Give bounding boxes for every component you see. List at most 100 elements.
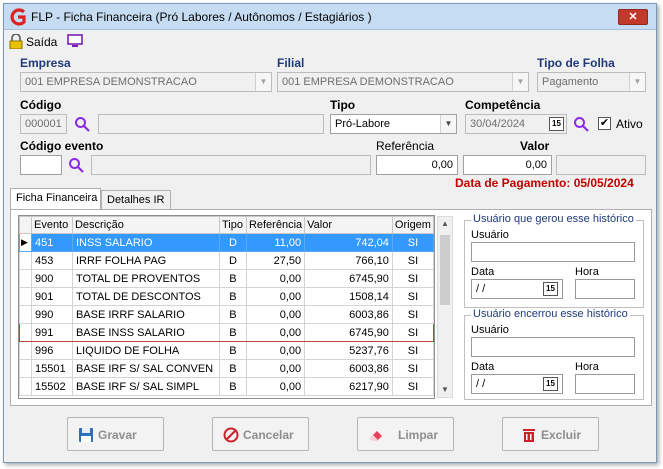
cell-referencia: 0,00 — [245, 323, 306, 342]
save-button[interactable]: Gravar — [67, 417, 164, 451]
cell-origem: SI — [391, 251, 434, 270]
hora-closed-input[interactable] — [575, 374, 635, 394]
calendar-icon[interactable]: 15 — [543, 282, 558, 296]
codigo-evento-input[interactable] — [20, 155, 62, 175]
cell-valor: 6745,90 — [304, 269, 393, 288]
table-row[interactable]: 900 TOTAL DE PROVENTOS B 0,00 6745,90 SI — [19, 269, 434, 288]
floppy-disk-icon — [79, 428, 93, 442]
exit-label[interactable]: Saída — [26, 35, 57, 49]
col-tipo[interactable]: Tipo — [218, 216, 247, 234]
filial-select[interactable]: 001 EMPRESA DEMONSTRACAO ▼ — [277, 72, 529, 92]
tipo-select[interactable]: Pró-Labore ▼ — [330, 114, 457, 134]
save-label: Gravar — [98, 428, 137, 442]
tab-detalhes-ir[interactable]: Detalhes IR — [101, 190, 171, 210]
close-button[interactable]: ✕ — [618, 9, 648, 25]
table-row[interactable]: ▶ 451 INSS SALARIO D 11,00 742,04 SI — [19, 233, 434, 252]
cell-evento: 996 — [30, 341, 73, 360]
cell-referencia: 0,00 — [245, 305, 306, 324]
table-row[interactable]: 15501 BASE IRF S/ SAL CONVEN B 0,00 6003… — [19, 359, 434, 378]
tipo-value: Pró-Labore — [335, 118, 391, 130]
codigo-name-field — [98, 114, 324, 134]
table-row[interactable]: 453 IRRF FOLHA PAG D 27,50 766,10 SI — [19, 251, 434, 270]
events-grid[interactable]: Evento Descrição Tipo Referência Valor O… — [18, 215, 435, 399]
referencia-input[interactable]: 0,00 — [376, 155, 458, 175]
col-referencia[interactable]: Referência — [245, 216, 306, 234]
cell-descricao: BASE IRF S/ SAL CONVEN — [71, 359, 220, 378]
cell-referencia: 0,00 — [245, 287, 306, 306]
cell-origem: SI — [391, 233, 434, 252]
table-row[interactable]: 991 BASE INSS SALARIO B 0,00 6745,90 SI — [19, 323, 434, 342]
calendar-icon[interactable]: 15 — [543, 377, 558, 391]
row-indicator — [19, 323, 32, 342]
hora-created-input[interactable] — [575, 279, 635, 299]
cell-tipo: B — [218, 269, 247, 288]
monitor-icon[interactable] — [67, 34, 83, 48]
cell-valor: 1508,14 — [304, 287, 393, 306]
usuario-created-input[interactable] — [471, 242, 635, 262]
usuario-closed-input[interactable] — [471, 337, 635, 357]
window-title: FLP - Ficha Financeira (Pró Labores / Au… — [31, 10, 372, 24]
delete-label: Excluir — [541, 428, 582, 442]
competencia-value: 30/04/2024 — [470, 118, 526, 130]
ativo-checkbox[interactable]: ✔ — [598, 117, 611, 130]
delete-button[interactable]: Excluir — [502, 417, 599, 451]
codigo-input[interactable]: 000001 — [20, 114, 67, 134]
cell-evento: 451 — [30, 233, 73, 252]
clear-button[interactable]: Limpar — [357, 417, 454, 451]
data-label: Data — [471, 266, 495, 278]
cell-origem: SI — [391, 323, 434, 342]
cell-evento: 900 — [30, 269, 73, 288]
cell-descricao: BASE IRRF SALARIO — [71, 305, 220, 324]
scroll-down-icon[interactable]: ▼ — [438, 383, 452, 397]
cancel-button[interactable]: Cancelar — [212, 417, 309, 451]
cell-tipo: B — [218, 359, 247, 378]
lock-exit-icon[interactable] — [9, 34, 23, 49]
row-indicator-icon: ▶ — [19, 233, 32, 252]
codigo-label: Código — [20, 98, 62, 112]
data-closed-value: / / — [476, 378, 486, 390]
scroll-thumb[interactable] — [440, 235, 450, 305]
table-row[interactable]: 996 LIQUIDO DE FOLHA B 0,00 5237,76 SI — [19, 341, 434, 360]
row-indicator — [19, 287, 32, 306]
data-label: Data — [471, 361, 495, 373]
chevron-down-icon[interactable]: ▼ — [512, 73, 528, 91]
empresa-select[interactable]: 001 EMPRESA DEMONSTRACAO ▼ — [20, 72, 272, 92]
main-window: FLP - Ficha Financeira (Pró Labores / Au… — [3, 3, 657, 463]
valor-input[interactable]: 0,00 — [463, 155, 552, 175]
scroll-up-icon[interactable]: ▲ — [438, 217, 452, 231]
row-indicator — [19, 377, 32, 396]
col-evento[interactable]: Evento — [30, 216, 73, 234]
data-created-value: / / — [476, 283, 486, 295]
grid-scrollbar[interactable]: ▲ ▼ — [437, 216, 453, 398]
history-closed-group: Usuário encerrou esse histórico Usuário … — [464, 308, 644, 400]
hora-label: Hora — [575, 361, 599, 373]
search-icon[interactable] — [74, 116, 90, 132]
filial-value: 001 EMPRESA DEMONSTRACAO — [282, 76, 454, 88]
data-pagamento-text: Data de Pagamento: 05/05/2024 — [455, 176, 634, 190]
ativo-label: Ativo — [616, 117, 643, 131]
cell-referencia: 11,00 — [245, 233, 306, 252]
row-indicator — [19, 305, 32, 324]
col-descricao[interactable]: Descrição — [71, 216, 220, 234]
cell-descricao: LIQUIDO DE FOLHA — [71, 341, 220, 360]
tab-ficha-financeira[interactable]: Ficha Financeira — [10, 188, 101, 210]
table-row[interactable]: 901 TOTAL DE DESCONTOS B 0,00 1508,14 SI — [19, 287, 434, 306]
cell-descricao: INSS SALARIO — [71, 233, 220, 252]
chevron-down-icon[interactable]: ▼ — [255, 73, 271, 91]
col-origem[interactable]: Origem — [391, 216, 434, 234]
tipo-folha-select[interactable]: Pagamento ▼ — [537, 72, 646, 92]
cell-referencia: 0,00 — [245, 377, 306, 396]
chevron-down-icon[interactable]: ▼ — [629, 73, 645, 91]
col-valor[interactable]: Valor — [304, 216, 393, 234]
table-row[interactable]: 15502 BASE IRF S/ SAL SIMPL B 0,00 6217,… — [19, 377, 434, 396]
cell-origem: SI — [391, 377, 434, 396]
search-icon[interactable] — [573, 116, 589, 132]
chevron-down-icon[interactable]: ▼ — [440, 115, 456, 133]
table-row[interactable]: 990 BASE IRRF SALARIO B 0,00 6003,86 SI — [19, 305, 434, 324]
calendar-icon[interactable]: 15 — [549, 117, 564, 131]
cell-valor: 766,10 — [304, 251, 393, 270]
search-icon[interactable] — [68, 157, 84, 173]
toolbar: Saída — [4, 31, 656, 51]
clear-label: Limpar — [398, 428, 439, 442]
cell-valor: 6003,86 — [304, 359, 393, 378]
